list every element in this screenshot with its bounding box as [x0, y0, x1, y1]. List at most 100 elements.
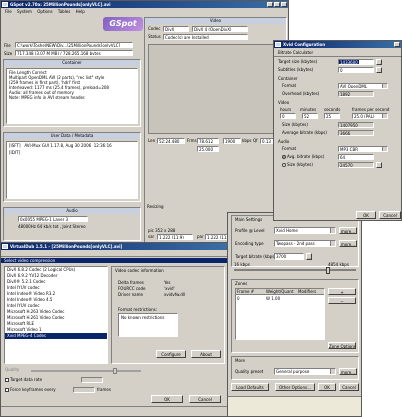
close-button[interactable]	[281, 2, 287, 7]
about-button[interactable]: About	[191, 350, 221, 358]
video-group-label: Video	[278, 100, 290, 105]
menu-system[interactable]: System	[17, 9, 32, 14]
container-format-value: AVI OpenDML	[340, 84, 368, 89]
seconds-input[interactable]: 25	[324, 113, 340, 119]
codec-list[interactable]: DivX 6.8.2 Codec (2 Logical CPUs) DivX 6.…	[4, 266, 108, 364]
container-header: Container	[4, 60, 140, 66]
vdub-ok-button[interactable]: OK	[151, 395, 183, 403]
qf-label: Qf	[253, 138, 258, 143]
minutes-value: 52	[304, 114, 310, 119]
fps-select[interactable]: 25.0 (PAL)	[352, 113, 388, 119]
app-icon	[275, 42, 281, 47]
audio-size-radio[interactable]: Size (kbytes)	[282, 162, 313, 167]
len-field: 52:24.480	[157, 138, 185, 144]
chevron-down-icon	[382, 114, 387, 118]
table-row[interactable]: 0 W 1.00	[236, 296, 324, 301]
audio-format-select[interactable]: MP3 CBR	[338, 146, 388, 152]
driver-label: Driver name	[118, 292, 143, 297]
audio-size-browse[interactable]: …	[376, 162, 382, 168]
quality-slider[interactable]	[31, 370, 141, 372]
menu-file[interactable]: File	[5, 9, 12, 14]
quality-slider-thumb[interactable]	[113, 368, 117, 374]
quality-label: Quality	[5, 367, 20, 372]
vdub-titlebar[interactable]: VirtualDub 1.5.1 - [25MillionPounds[only…	[1, 243, 227, 250]
minimize-button[interactable]	[267, 2, 273, 7]
calc-titlebar[interactable]: Xvid Configuration	[274, 41, 401, 48]
xvid-cancel-button[interactable]: Cancel	[339, 383, 359, 391]
keyframes-input[interactable]	[73, 387, 95, 393]
encoding-more-button[interactable]: more...	[339, 240, 357, 247]
container-group-label: Container	[278, 76, 298, 81]
list-item[interactable]: Xvid MPEG-4 Codec	[5, 333, 107, 339]
size-field: 717,348 (3.07 M MB) / 728,265,168 bytes	[15, 50, 133, 56]
menu-tables[interactable]: Tables	[58, 9, 70, 14]
bitrate-field: 1900	[223, 138, 241, 144]
status-field: Codec(s) are Installed	[163, 34, 248, 40]
vdub-cancel-button[interactable]: Cancel	[189, 395, 221, 403]
size-label: Size	[4, 51, 13, 56]
seconds-value: 25	[326, 114, 332, 119]
xvid-ok-button[interactable]: OK	[318, 383, 336, 391]
quality-preset-select[interactable]: General purpose	[274, 368, 336, 375]
profile-select[interactable]: Xvid Home	[274, 227, 336, 234]
subtitles-browse[interactable]: …	[376, 67, 382, 73]
target-size-input[interactable]: 1433600	[338, 59, 374, 65]
quality-more-button[interactable]: more...	[339, 368, 357, 375]
zone-options-button[interactable]: Zone Options...	[328, 342, 356, 349]
calc-cancel-button[interactable]: Cancel	[379, 211, 401, 219]
file-path-text: C:\work\Toshe\NEW\Div...\25MillionPounds…	[17, 43, 121, 48]
data-rate-input[interactable]	[81, 377, 103, 383]
vdub-statusbar	[1, 406, 227, 416]
profile-more-button[interactable]: more...	[339, 227, 357, 234]
gspot-logo: GSpot	[103, 17, 143, 31]
video-group: Video Codec DivX DivX 4 (OpenDivX) Statu…	[144, 17, 287, 243]
target-size-browse[interactable]: …	[376, 59, 382, 65]
audio-format-value: MP3 CBR	[340, 147, 358, 152]
close-button[interactable]	[394, 42, 400, 47]
subtitles-input[interactable]: 0	[338, 67, 374, 73]
app-icon	[2, 2, 8, 7]
zone-add-button[interactable]: +	[328, 288, 356, 295]
file-label: File	[4, 43, 11, 48]
file-path-field[interactable]: C:\work\Toshe\NEW\Div...\25MillionPounds…	[15, 42, 133, 48]
data-rate-checkbox[interactable]: Target data rate	[5, 377, 42, 382]
other-options-button[interactable]: Other Options...	[275, 383, 315, 391]
subtitles-value: 0	[340, 68, 343, 73]
format-restrictions-box: No known restrictions	[118, 313, 178, 337]
keyframes-checkbox[interactable]: Force keyframes every	[5, 387, 56, 392]
avg-kbps-label: Avg. bitrate (kbps)	[287, 154, 325, 159]
calc-ok-button[interactable]: OK	[356, 211, 376, 219]
userdata-header: User Data / Metadata	[4, 133, 140, 139]
target-bitrate-input[interactable]: 3700	[274, 253, 304, 260]
container-format-select[interactable]: AVI OpenDML	[338, 83, 388, 89]
menu-help[interactable]: Help	[76, 9, 85, 14]
configure-button[interactable]: Configure	[156, 350, 186, 358]
bitrate-slider-track[interactable]	[234, 269, 356, 271]
calc-separator	[274, 56, 401, 57]
hours-input[interactable]: 0	[280, 113, 296, 119]
codec-fourcc-field: DivX	[163, 26, 189, 32]
container-info-text: File Length Correct Multipart OpenDML AV…	[9, 70, 109, 100]
select-compression-titlebar[interactable]: Select video compression	[1, 258, 227, 263]
bitrate-slider-thumb[interactable]	[326, 267, 330, 274]
container-group: Container File Length Correct Multipart …	[3, 59, 141, 127]
codec-fourcc-text: DivX	[165, 27, 175, 32]
radio-selected-icon	[282, 155, 286, 159]
menu-options[interactable]: Options	[37, 9, 52, 14]
video-header: Video	[145, 18, 286, 24]
gspot-titlebar[interactable]: GSpot v2.70a: 25MillionPounds[onlyVLC].a…	[1, 1, 288, 8]
audio-size-label: Size (kbytes)	[287, 162, 313, 167]
avg-bitrate-value: 3666	[340, 131, 351, 136]
load-defaults-button[interactable]: Load Defaults	[231, 383, 269, 391]
select-compression-title: Select video compression	[4, 258, 56, 263]
zone-remove-button[interactable]: −	[328, 297, 356, 304]
calculator-button[interactable]: …	[306, 253, 312, 260]
zones-table-header: Frame # Weight/Quant Modifiers	[236, 289, 324, 295]
avg-kbps-input[interactable]: 64	[338, 154, 374, 160]
overhead-field: 1892	[338, 91, 374, 97]
minutes-input[interactable]: 52	[302, 113, 318, 119]
encoding-select[interactable]: Twopass - 2nd pass	[274, 240, 336, 247]
avg-kbps-radio[interactable]: Avg. bitrate (kbps)	[282, 154, 324, 159]
maximize-button[interactable]	[274, 2, 280, 7]
zones-table[interactable]: Frame # Weight/Quant Modifiers 0 W 1.00	[235, 288, 325, 340]
